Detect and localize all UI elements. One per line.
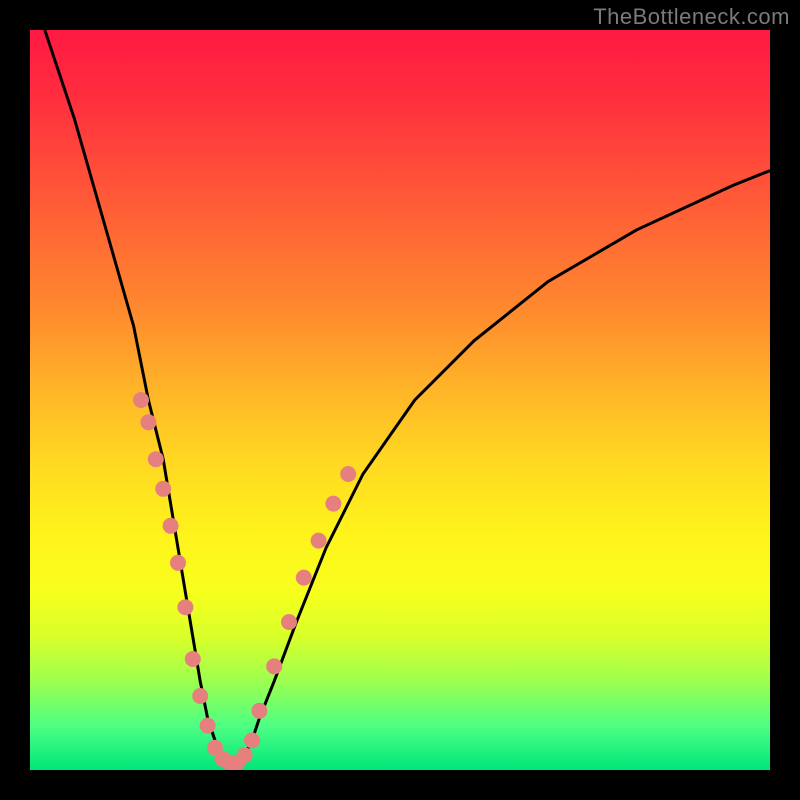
data-dots-group	[133, 392, 356, 770]
data-dot	[177, 599, 193, 615]
data-dot	[148, 451, 164, 467]
data-dot	[155, 481, 171, 497]
watermark-label: TheBottleneck.com	[593, 4, 790, 30]
data-dot	[140, 414, 156, 430]
data-dot	[163, 518, 179, 534]
data-dot	[244, 732, 260, 748]
data-dot	[340, 466, 356, 482]
data-dot	[311, 533, 327, 549]
data-dot	[192, 688, 208, 704]
data-dot	[200, 718, 216, 734]
data-dot	[266, 658, 282, 674]
data-dot	[185, 651, 201, 667]
chart-frame: TheBottleneck.com	[0, 0, 800, 800]
data-dot	[170, 555, 186, 571]
data-dot	[281, 614, 297, 630]
bottleneck-curve-path	[45, 30, 770, 763]
data-dot	[296, 570, 312, 586]
data-dot	[237, 747, 253, 763]
plot-area	[30, 30, 770, 770]
data-dot	[133, 392, 149, 408]
data-dot	[251, 703, 267, 719]
data-dot	[325, 496, 341, 512]
bottleneck-curve-svg	[30, 30, 770, 770]
